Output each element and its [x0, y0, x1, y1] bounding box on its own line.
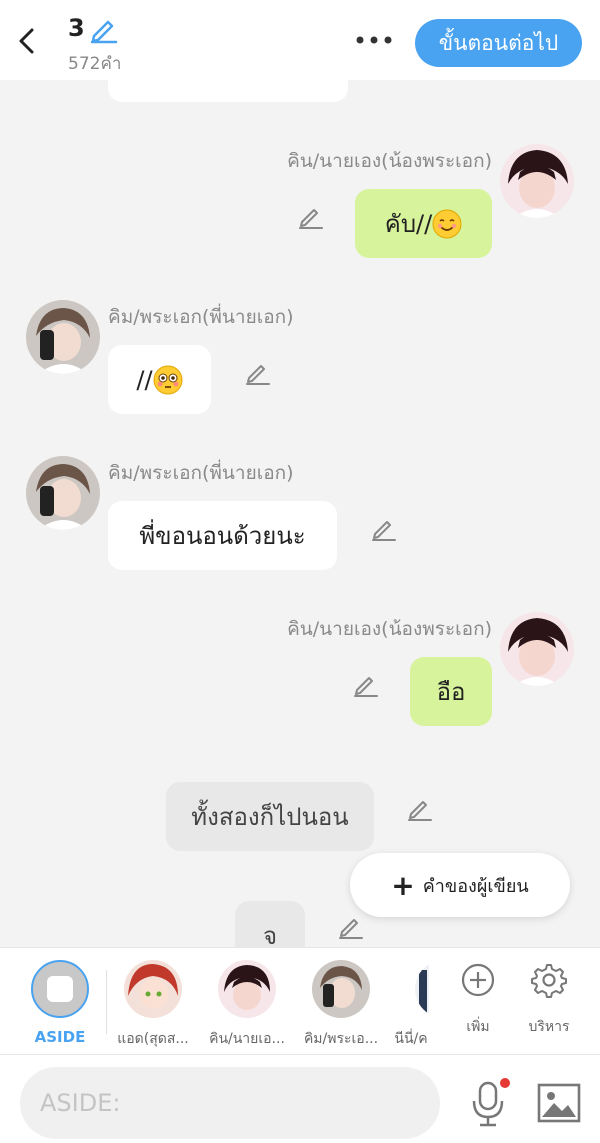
character-label: คิน/นายเอ...	[209, 1031, 285, 1047]
character-label: นีนี่/ค	[394, 1031, 428, 1047]
word-count: 572คำ	[68, 54, 122, 74]
edit-title-pencil-icon[interactable]	[88, 14, 118, 44]
avatar-kin	[218, 960, 276, 1018]
add-label: เพิ่ม	[466, 1019, 490, 1035]
add-character-button[interactable]: เพิ่ม	[448, 962, 508, 1038]
aside-icon	[31, 960, 89, 1018]
message-text: อือ	[436, 678, 466, 706]
add-writer-note-button[interactable]: + คำของผู้เขียน	[350, 853, 570, 917]
avatar-kin	[500, 144, 574, 218]
speaker-name: คิน/นายเอง(น้องพระเอก)	[287, 618, 492, 640]
character-label: แอด(สุดส...	[117, 1031, 189, 1047]
message-text: //	[136, 365, 153, 394]
chat-area[interactable]: คิน/นายเอง(น้องพระเอก) คับ// คิม/พระเอก(…	[0, 80, 600, 947]
edit-pencil-icon[interactable]	[296, 202, 324, 230]
message-text: พี่ขอนอนด้วยนะ	[139, 522, 306, 550]
image-icon[interactable]	[536, 1081, 582, 1125]
character-kin[interactable]: คิน/นายเอ...	[205, 960, 289, 1050]
message-text: คับ//	[384, 210, 433, 238]
divider	[106, 970, 107, 1034]
chapter-number: 3	[68, 14, 85, 42]
message-bubble[interactable]: พี่ขอนอนด้วยนะ	[108, 501, 337, 570]
top-bar: 3 572คำ ขั้นตอนต่อไป	[0, 0, 600, 80]
character-label: ASIDE	[34, 1028, 86, 1046]
manage-label: บริหาร	[528, 1019, 570, 1035]
flushed-face-emoji	[153, 365, 183, 394]
narration-bubble[interactable]: ทั้งสองก็ไปนอน	[166, 782, 374, 851]
edit-pencil-icon[interactable]	[336, 912, 364, 940]
character-aside[interactable]: ASIDE	[28, 960, 92, 1046]
speaker-name: คิม/พระเอก(พี่นายเอก)	[108, 462, 294, 484]
message-input[interactable]	[20, 1067, 440, 1139]
next-step-button[interactable]: ขั้นตอนต่อไป	[415, 19, 582, 67]
message-bubble[interactable]: คับ//	[355, 189, 492, 258]
narration-bubble[interactable]: จ	[235, 901, 305, 947]
manage-characters-button[interactable]: บริหาร	[519, 962, 579, 1038]
gear-icon	[531, 964, 567, 998]
edit-pencil-icon[interactable]	[369, 514, 397, 542]
avatar-nini	[415, 960, 429, 1018]
avatar-kim	[26, 300, 100, 374]
character-nini[interactable]: นีนี่/ค	[393, 960, 429, 1050]
narration-text: จ	[262, 922, 278, 947]
speaker-name: คิม/พระเอก(พี่นายเอก)	[108, 306, 294, 328]
avatar-kin	[500, 612, 574, 686]
smiling-face-emoji	[432, 209, 462, 238]
avatar-kim	[26, 456, 100, 530]
avatar-kim	[312, 960, 370, 1018]
edit-pencil-icon[interactable]	[405, 794, 433, 822]
add-circle-icon	[461, 963, 495, 997]
character-kim[interactable]: คิม/พระเอ...	[299, 960, 383, 1050]
more-options-icon[interactable]	[355, 28, 393, 52]
edit-pencil-icon[interactable]	[351, 670, 379, 698]
character-label: คิม/พระเอ...	[303, 1031, 379, 1047]
narration-text: ทั้งสองก็ไปนอน	[191, 803, 349, 831]
back-arrow-icon[interactable]	[14, 24, 40, 58]
message-bubble[interactable]: อือ	[410, 657, 492, 726]
previous-message-bubble[interactable]	[108, 80, 348, 102]
edit-pencil-icon[interactable]	[243, 358, 271, 386]
avatar-ad	[124, 960, 182, 1018]
character-selector-bar: ASIDE แอด(สุดส... คิน/นายเอ... คิม/พระเอ…	[0, 947, 600, 1055]
speaker-name: คิน/นายเอง(น้องพระเอก)	[287, 150, 492, 172]
message-input-bar	[0, 1055, 600, 1143]
writer-note-label: คำของผู้เขียน	[422, 875, 529, 897]
microphone-icon[interactable]	[468, 1077, 512, 1129]
plus-icon: +	[391, 868, 415, 902]
character-add[interactable]: แอด(สุดส...	[111, 960, 195, 1050]
message-bubble[interactable]: //	[108, 345, 211, 414]
